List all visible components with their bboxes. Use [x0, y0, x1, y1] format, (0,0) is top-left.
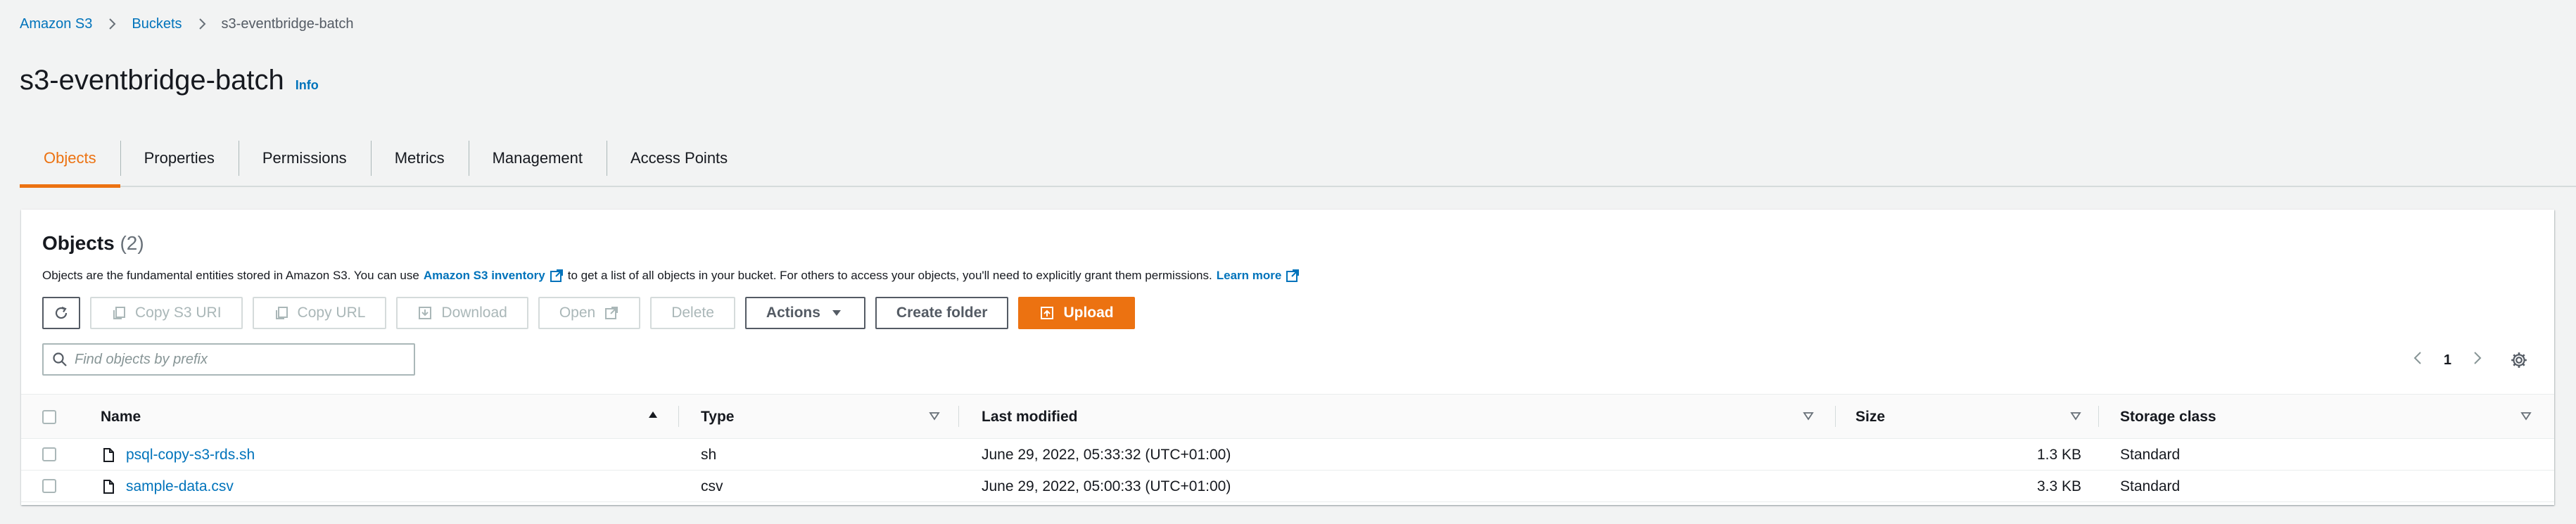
breadcrumb-amazon-s3[interactable]: Amazon S3 [20, 16, 92, 32]
table-row[interactable]: psql-copy-s3-rds.sh sh June 29, 2022, 05… [21, 439, 2554, 471]
tab-permissions[interactable]: Permissions [238, 131, 371, 186]
object-name-link[interactable]: sample-data.csv [126, 478, 234, 495]
row-checkbox[interactable] [42, 479, 56, 493]
table-header: Name Type Last modified Size Storage cla… [21, 394, 2554, 439]
copy-s3-uri-button[interactable]: Copy S3 URI [90, 297, 243, 329]
column-name[interactable]: Name [101, 409, 141, 426]
object-last-modified: June 29, 2022, 05:00:33 (UTC+01:00) [982, 478, 1231, 494]
column-storage-class[interactable]: Storage class [2120, 409, 2216, 426]
sort-icon[interactable] [1803, 410, 1814, 421]
object-last-modified: June 29, 2022, 05:33:32 (UTC+01:00) [982, 447, 1231, 463]
copy-url-button[interactable]: Copy URL [252, 297, 387, 329]
copy-icon [113, 307, 125, 319]
select-all-checkbox[interactable] [42, 410, 56, 424]
description-text-1: Objects are the fundamental entities sto… [42, 269, 419, 282]
chevron-right-icon [195, 17, 209, 31]
learn-more-link[interactable]: Learn more [1217, 269, 1282, 283]
object-size: 3.3 KB [2036, 478, 2081, 494]
search-icon [53, 352, 67, 366]
search-input[interactable] [75, 351, 405, 368]
breadcrumb: Amazon S3 Buckets s3-eventbridge-batch [20, 14, 353, 34]
info-link[interactable]: Info [296, 78, 319, 93]
upload-icon [1041, 307, 1054, 319]
object-name-link[interactable]: psql-copy-s3-rds.sh [126, 447, 255, 464]
file-icon [101, 447, 116, 463]
column-type[interactable]: Type [701, 409, 734, 426]
sort-icon[interactable] [2520, 410, 2532, 421]
object-size: 1.3 KB [2036, 447, 2081, 463]
delete-button[interactable]: Delete [650, 297, 735, 329]
inventory-link[interactable]: Amazon S3 inventory [424, 269, 545, 283]
objects-heading: Objects (2) [42, 232, 144, 255]
objects-table: Name Type Last modified Size Storage cla… [21, 394, 2554, 502]
open-button[interactable]: Open [538, 297, 641, 329]
gear-icon [2511, 352, 2527, 368]
breadcrumb-current: s3-eventbridge-batch [221, 15, 354, 32]
object-storage-class: Standard [2120, 447, 2181, 463]
sort-icon[interactable] [929, 410, 940, 421]
next-page-button[interactable] [2470, 351, 2484, 369]
table-row[interactable]: sample-data.csv csv June 29, 2022, 05:00… [21, 471, 2554, 502]
sort-ascending-icon[interactable] [647, 409, 659, 420]
row-checkbox[interactable] [42, 447, 56, 461]
download-icon [419, 307, 432, 319]
search-box [42, 343, 415, 376]
sort-icon[interactable] [2070, 410, 2081, 421]
table-settings-button[interactable] [2505, 346, 2533, 374]
column-size[interactable]: Size [1855, 409, 1885, 426]
prev-page-button[interactable] [2411, 351, 2425, 369]
chevron-left-icon [2413, 352, 2421, 364]
column-last-modified[interactable]: Last modified [982, 409, 1078, 426]
create-folder-button[interactable]: Create folder [875, 297, 1009, 329]
upload-button[interactable]: Upload [1018, 297, 1135, 329]
tab-objects[interactable]: Objects [20, 131, 120, 188]
objects-count: (2) [120, 232, 144, 254]
tab-access-points[interactable]: Access Points [607, 131, 751, 186]
object-storage-class: Standard [2120, 478, 2181, 494]
copy-icon [275, 307, 288, 319]
chevron-right-icon [2474, 352, 2482, 364]
caret-down-icon [832, 310, 841, 316]
external-link-icon [1286, 269, 1300, 283]
tab-properties[interactable]: Properties [120, 131, 239, 186]
pagination: 1 [2411, 346, 2484, 374]
file-icon [101, 479, 116, 494]
description-text-2: to get a list of all objects in your buc… [567, 269, 1212, 282]
external-link-icon [605, 307, 618, 319]
tab-management[interactable]: Management [468, 131, 607, 186]
chevron-right-icon [105, 17, 119, 31]
page-header: s3-eventbridge-batch Info [20, 65, 319, 96]
download-button[interactable]: Download [396, 297, 528, 329]
actions-dropdown[interactable]: Actions [744, 297, 865, 329]
tab-metrics[interactable]: Metrics [370, 131, 469, 186]
refresh-button[interactable] [42, 297, 80, 329]
object-type: sh [701, 447, 717, 463]
page-title: s3-eventbridge-batch [20, 65, 284, 96]
tab-bar: Objects Properties Permissions Metrics M… [20, 131, 2576, 188]
external-link-icon [550, 269, 564, 283]
refresh-icon [55, 306, 68, 319]
objects-description: Objects are the fundamental entities sto… [42, 269, 1300, 283]
object-type: csv [701, 478, 723, 494]
breadcrumb-buckets[interactable]: Buckets [132, 16, 182, 32]
objects-heading-label: Objects [42, 232, 115, 254]
objects-container: Objects (2) Objects are the fundamental … [21, 210, 2554, 505]
page-number[interactable]: 1 [2444, 352, 2451, 369]
objects-toolbar: Copy S3 URI Copy URL Download Open Delet… [42, 297, 1135, 329]
